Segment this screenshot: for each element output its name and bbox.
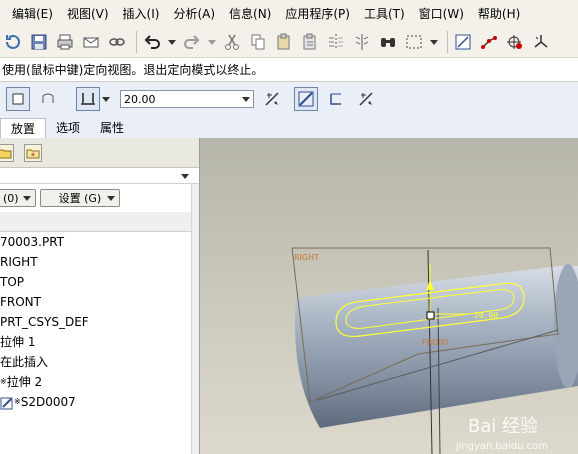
tree-header [0, 212, 199, 232]
tree-item-insert-here[interactable]: 在此插入 [0, 352, 199, 372]
csys-display-icon[interactable] [530, 31, 552, 53]
model-graphics: RIGHT FRONT 20.00 [291, 247, 578, 454]
menu-info[interactable]: 信息(N) [229, 5, 271, 22]
cut-icon[interactable] [221, 31, 243, 53]
menu-view[interactable]: 视图(V) [67, 5, 109, 22]
remove-material-button[interactable] [294, 87, 318, 111]
pattern-icon[interactable] [351, 31, 373, 53]
tab-options[interactable]: 选项 [46, 118, 90, 138]
sketch-icon [0, 397, 13, 409]
redo-dropdown-icon[interactable] [207, 31, 217, 53]
tree-item-label: 拉伸 2 [6, 375, 43, 389]
cylinder-body [295, 266, 578, 428]
show-dropdown-icon [22, 196, 31, 201]
link-icon[interactable] [106, 31, 128, 53]
right-datum-label: RIGHT [294, 253, 319, 262]
depth-drag-handle[interactable] [426, 311, 435, 320]
tree-item-label: RIGHT [0, 255, 38, 269]
flip-direction-button[interactable] [260, 87, 284, 111]
depth-option-dropdown-icon[interactable] [102, 92, 110, 106]
tree-item-label: S2D0007 [20, 395, 76, 409]
menu-bar: 编辑(E) 视图(V) 插入(I) 分析(A) 信息(N) 应用程序(P) 工具… [0, 0, 578, 26]
watermark-url: jingyan.baidu.com [455, 441, 548, 452]
tree-item-top[interactable]: TOP [0, 272, 199, 292]
tree-item-label: PRT_CSYS_DEF [0, 315, 89, 329]
watermark-logo: Bai 经验 [467, 416, 538, 437]
undo-dropdown-icon[interactable] [167, 31, 177, 53]
tree-item-label: 拉伸 1 [0, 335, 36, 349]
new-feature-icon: ※ [14, 397, 21, 406]
menu-edit[interactable]: 编辑(E) [12, 5, 53, 22]
tab-properties[interactable]: 属性 [90, 118, 134, 138]
navigator-tabs [0, 138, 199, 168]
tree-item-extrude-1[interactable]: 拉伸 1 [0, 332, 199, 352]
extrude-dashboard: 20.00 [0, 82, 578, 116]
paste-special-icon[interactable] [299, 31, 321, 53]
menu-tools[interactable]: 工具(T) [364, 5, 405, 22]
navigator-menu-icon[interactable] [181, 172, 189, 180]
menu-help[interactable]: 帮助(H) [478, 5, 520, 22]
menu-analysis[interactable]: 分析(A) [173, 5, 215, 22]
main-toolbar [0, 26, 578, 58]
toolbar-separator-2 [447, 30, 448, 53]
find-icon[interactable] [377, 31, 399, 53]
tree-item-label: 在此插入 [0, 355, 49, 369]
settings-button-label: 设置 (G) [58, 192, 102, 205]
tree-item-label: 70003.PRT [0, 235, 65, 249]
message-line: 使用(鼠标中键)定向视图。退出定向模式以终止。 [0, 58, 578, 82]
menu-insert[interactable]: 插入(I) [123, 5, 160, 22]
select-dropdown-icon[interactable] [429, 31, 439, 53]
datum-display-icon[interactable] [452, 31, 474, 53]
tree-item-label: TOP [0, 275, 25, 289]
regenerate-icon[interactable] [2, 31, 24, 53]
undo-icon[interactable] [141, 31, 163, 53]
settings-button[interactable]: 设置 (G) [39, 189, 121, 207]
tree-item-part[interactable]: 70003.PRT [0, 232, 199, 252]
depth-value-text: 20.00 [124, 92, 156, 106]
navigator-strip [0, 168, 199, 184]
depth-dropdown-icon [242, 97, 250, 102]
graphics-window[interactable]: RIGHT FRONT 20.00 Bai 经验 jingyan.baidu.c… [200, 138, 578, 454]
show-button-label: (0) [3, 191, 19, 205]
flip-material-side-button[interactable] [354, 87, 378, 111]
axis-display-icon[interactable] [478, 31, 500, 53]
paste-icon[interactable] [273, 31, 295, 53]
tree-item-label: FRONT [0, 295, 41, 309]
send-mail-icon[interactable] [80, 31, 102, 53]
new-feature-icon: ※ [0, 377, 7, 386]
depth-value-field[interactable]: 20.00 [120, 90, 254, 108]
extrude-surface-button[interactable] [36, 87, 60, 111]
thicken-sketch-button[interactable] [324, 87, 348, 111]
print-icon[interactable] [54, 31, 76, 53]
folder-icon[interactable] [0, 144, 14, 162]
menu-window[interactable]: 窗口(W) [419, 5, 464, 22]
tree-scrollbar[interactable] [191, 184, 199, 454]
navigator-buttons: (0) 设置 (G) [0, 184, 199, 212]
model-tree-panel: (0) 设置 (G) 70003.PRT RIGHT TOP FRONT PRT… [0, 138, 200, 454]
star-folder-icon[interactable] [24, 144, 42, 162]
model-tree: 70003.PRT RIGHT TOP FRONT PRT_CSYS_DEF 拉… [0, 232, 199, 412]
tab-placement[interactable]: 放置 [0, 118, 47, 138]
tree-item-right[interactable]: RIGHT [0, 252, 199, 272]
settings-dropdown-icon [107, 196, 116, 201]
show-button[interactable]: (0) [0, 189, 36, 207]
front-datum-label: FRONT [422, 338, 449, 347]
depth-option-button[interactable] [76, 87, 100, 111]
mirror-icon[interactable] [325, 31, 347, 53]
menu-applications[interactable]: 应用程序(P) [285, 5, 350, 22]
dashboard-tabs: 放置 选项 属性 [0, 116, 578, 138]
tree-item-csys[interactable]: PRT_CSYS_DEF [0, 312, 199, 332]
point-display-icon[interactable] [504, 31, 526, 53]
copy-icon[interactable] [247, 31, 269, 53]
dimension-value[interactable]: 20.00 [474, 311, 498, 320]
save-icon[interactable] [28, 31, 50, 53]
tree-item-front[interactable]: FRONT [0, 292, 199, 312]
redo-icon[interactable] [181, 31, 203, 53]
tree-item-extrude-2[interactable]: ※拉伸 2 [0, 372, 199, 392]
select-box-icon[interactable] [403, 31, 425, 53]
toolbar-separator [136, 30, 137, 53]
extrude-solid-button[interactable] [6, 87, 30, 111]
tree-item-sketch[interactable]: ※S2D0007 [0, 392, 199, 412]
